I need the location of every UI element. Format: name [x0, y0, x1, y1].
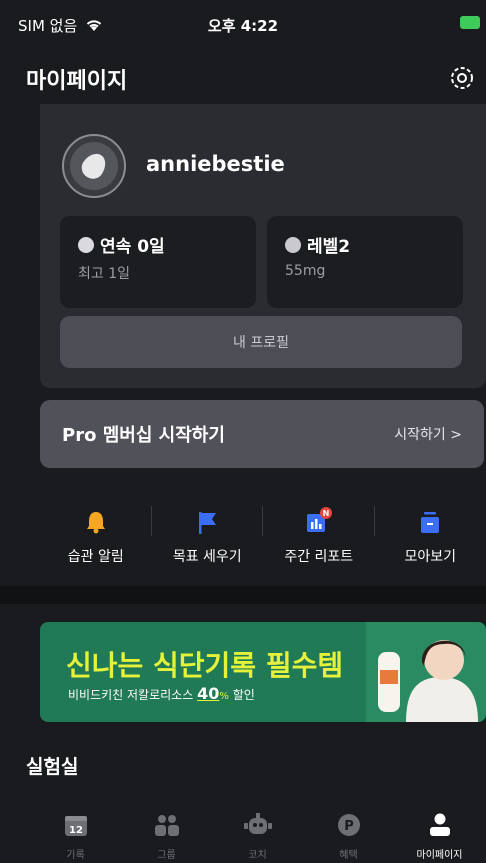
quick-collection[interactable]: 모아보기 [375, 490, 486, 580]
status-time: 오후 4:22 [207, 16, 279, 35]
calendar-icon: 12 [64, 816, 87, 836]
quick-set-goal[interactable]: 목표 세우기 [152, 490, 263, 580]
status-bar: SIM 없음 오후 4:22 [0, 0, 486, 50]
profile-card: anniebestie 연속 0일 최고 1일 레벨2 55mg 내 프로필 [40, 104, 486, 388]
battery-icon [460, 16, 480, 29]
section-divider [0, 586, 486, 604]
ad-percent: 40 [197, 684, 220, 703]
quick-habit-alarm[interactable]: 습관 알림 [40, 490, 152, 580]
pro-start-link[interactable]: 시작하기 > [394, 424, 462, 444]
point-icon: P [337, 814, 360, 836]
svg-text:N: N [322, 509, 329, 518]
bean-icon [77, 149, 111, 183]
streak-label: 연속 0일 [100, 237, 165, 257]
tab-group[interactable]: 그룹 [121, 808, 212, 863]
username: anniebestie [146, 152, 285, 176]
level-sub: 55mg [285, 263, 326, 279]
quick-weekly-report[interactable]: N 주간 리포트 [263, 490, 375, 580]
quick-label: 모아보기 [404, 549, 457, 565]
streak-card[interactable]: 연속 0일 최고 1일 [60, 216, 256, 308]
tab-bar: 12 기록 그룹 코치 P 혜택 마이페이지 [0, 808, 486, 863]
collection-icon [421, 512, 440, 533]
percent-icon: % [219, 691, 229, 702]
quick-label: 습관 알림 [67, 549, 124, 565]
tab-label: 기록 [66, 850, 85, 861]
ad-sub-before: 비비드키친 저칼로리소스 [68, 688, 194, 702]
avatar[interactable] [62, 134, 126, 198]
bell-icon [86, 512, 105, 534]
ad-subtext: 비비드키친 저칼로리소스 40% 할인 [68, 684, 255, 703]
calendar-day: 12 [69, 825, 83, 836]
flag-icon [199, 512, 217, 534]
tab-label: 코치 [248, 850, 267, 861]
tab-mypage[interactable]: 마이페이지 [394, 808, 485, 863]
quick-label: 목표 세우기 [172, 549, 242, 565]
streak-sub: 최고 1일 [78, 266, 130, 282]
pro-title: Pro 멤버십 시작하기 [62, 425, 225, 446]
level-card[interactable]: 레벨2 55mg [267, 216, 463, 308]
pro-membership-banner[interactable]: Pro 멤버십 시작하기 시작하기 > [40, 400, 484, 468]
ad-model-image [366, 622, 486, 722]
ad-headline: 신나는 식단기록 필수템 [66, 649, 344, 682]
tab-coach[interactable]: 코치 [212, 808, 303, 863]
tab-label: 마이페이지 [416, 850, 463, 861]
robot-icon [243, 813, 272, 834]
tab-benefit[interactable]: P 혜택 [303, 808, 394, 863]
page-header: 마이페이지 [0, 54, 486, 104]
avatar-inner [70, 142, 118, 190]
streak-icon [78, 236, 94, 253]
level-icon [285, 236, 301, 253]
tab-label: 혜택 [339, 850, 358, 861]
page-title: 마이페이지 [26, 69, 128, 94]
gear-icon[interactable] [446, 62, 478, 94]
user-icon [429, 813, 450, 836]
level-label: 레벨2 [307, 237, 351, 257]
point-letter: P [344, 819, 354, 834]
group-icon [154, 815, 179, 836]
my-profile-button[interactable]: 내 프로필 [60, 316, 462, 368]
ad-banner[interactable]: 신나는 식단기록 필수템 비비드키친 저칼로리소스 40% 할인 [40, 622, 486, 722]
lab-section-title: 실험실 [26, 756, 79, 778]
report-icon: N [306, 507, 332, 532]
ad-sub-after: 할인 [232, 688, 255, 702]
quick-actions: 습관 알림 목표 세우기 N 주간 리포트 모아보기 [40, 490, 486, 580]
quick-label: 주간 리포트 [284, 549, 354, 565]
tab-record[interactable]: 12 기록 [30, 808, 121, 863]
tab-label: 그룹 [157, 850, 176, 861]
